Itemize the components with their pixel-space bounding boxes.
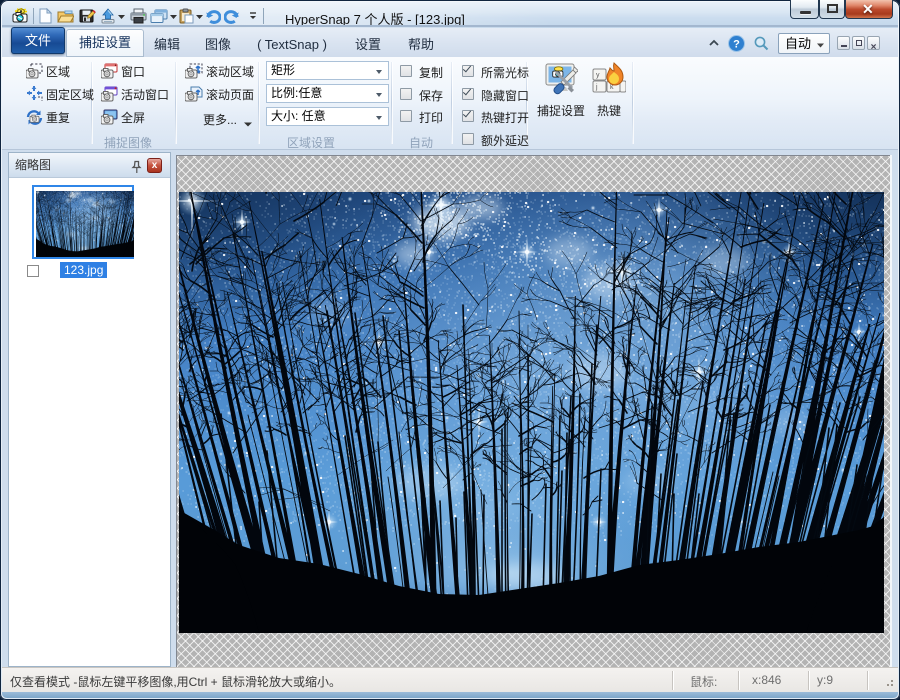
svg-text:y: y [596, 72, 600, 79]
svg-text:j: j [595, 84, 598, 91]
svg-text:?: ? [733, 38, 740, 50]
